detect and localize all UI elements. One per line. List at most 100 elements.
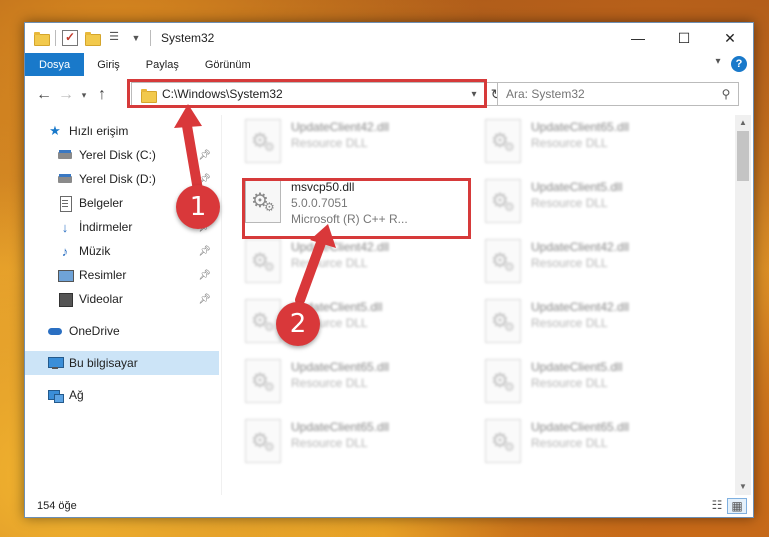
sidebar-item-pictures[interactable]: Resimler 📌︎: [25, 263, 219, 287]
star-icon: ★: [49, 123, 61, 138]
file-type: Resource DLL: [531, 136, 608, 150]
computer-icon: [47, 355, 64, 371]
address-path[interactable]: C:\Windows\System32: [162, 87, 464, 101]
minimize-button[interactable]: —: [615, 23, 661, 53]
step-badge-1: 1: [176, 185, 220, 229]
forward-arrow-icon[interactable]: →: [55, 86, 77, 104]
navigation-pane: ★ Hızlı erişim Yerel Disk (C:) 📌︎ Yerel …: [25, 115, 219, 495]
sidebar-item-this-pc[interactable]: Bu bilgisayar: [25, 351, 219, 375]
file-item[interactable]: UpdateClient65.dll Resource DLL: [241, 415, 461, 471]
sidebar-item-local-disk-c[interactable]: Yerel Disk (C:) 📌︎: [25, 143, 219, 167]
sidebar-item-quick-access[interactable]: ★ Hızlı erişim: [25, 119, 219, 143]
network-icon: [47, 387, 64, 403]
folder-icon: [33, 30, 50, 46]
sidebar-item-label: Videolar: [79, 292, 123, 306]
sidebar-item-music[interactable]: ♪ Müzik 📌︎: [25, 239, 219, 263]
file-item[interactable]: UpdateClient65.dll Resource DLL: [481, 415, 701, 471]
scroll-thumb[interactable]: [737, 131, 749, 181]
dll-file-icon: [485, 179, 521, 223]
file-type: Resource DLL: [291, 376, 368, 390]
sidebar-item-label: Yerel Disk (C:): [79, 148, 156, 162]
maximize-button[interactable]: ☐: [661, 23, 707, 53]
file-type: Resource DLL: [531, 316, 608, 330]
sidebar-item-network[interactable]: Ağ: [25, 383, 219, 407]
pin-icon[interactable]: 📌︎: [198, 294, 211, 305]
help-icon[interactable]: ?: [731, 56, 747, 72]
vertical-scrollbar[interactable]: ▲ ▼: [735, 115, 751, 495]
navigation-bar: ← → ▾ ↑ C:\Windows\System32 ▾ ↻ ⚲: [25, 79, 753, 110]
quick-access-toolbar: ☰ ▼ System32: [25, 23, 214, 53]
search-box[interactable]: ⚲: [497, 82, 739, 106]
sidebar-item-videos[interactable]: Videolar 📌︎: [25, 287, 219, 311]
details-view-icon[interactable]: ☷: [707, 498, 727, 514]
view-toggle: ☷ ▦: [707, 498, 747, 514]
ribbon-tabs: Dosya Giriş Paylaş Görünüm ▾ ?: [25, 53, 753, 76]
scroll-up-icon[interactable]: ▲: [735, 115, 751, 131]
dll-file-icon: [245, 119, 281, 163]
tiles-view-icon[interactable]: ▦: [727, 498, 747, 514]
window-title: System32: [161, 31, 215, 45]
step-badge-2: 2: [276, 302, 320, 346]
chevron-down-icon[interactable]: ▼: [128, 30, 144, 46]
pane-divider[interactable]: [221, 115, 222, 495]
drive-icon: [57, 147, 73, 163]
search-icon[interactable]: ⚲: [714, 87, 738, 101]
documents-icon: [57, 195, 73, 212]
dll-file-icon: [485, 239, 521, 283]
up-arrow-icon[interactable]: ↑: [91, 86, 113, 104]
tab-home[interactable]: Giriş: [84, 53, 133, 76]
file-name: UpdateClient42.dll: [531, 300, 630, 314]
file-item[interactable]: UpdateClient42.dll Resource DLL: [481, 235, 701, 291]
music-icon: ♪: [61, 243, 69, 259]
drive-icon: [57, 171, 73, 187]
back-arrow-icon[interactable]: ←: [33, 86, 55, 104]
chevron-down-icon[interactable]: ▾: [464, 89, 484, 100]
file-item[interactable]: UpdateClient42.dll Resource DLL: [481, 295, 701, 351]
file-item[interactable]: UpdateClient42.dll Resource DLL: [241, 115, 461, 171]
file-name: UpdateClient5.dll: [531, 360, 623, 374]
file-type: Resource DLL: [531, 256, 608, 270]
properties-icon[interactable]: [62, 30, 78, 46]
dll-file-icon: [245, 179, 281, 223]
dll-file-icon: [245, 419, 281, 463]
scroll-down-icon[interactable]: ▼: [735, 479, 751, 495]
file-item[interactable]: UpdateClient65.dll Resource DLL: [481, 115, 701, 171]
sidebar-item-label: Bu bilgisayar: [69, 356, 138, 370]
pin-icon[interactable]: 📌︎: [198, 246, 211, 257]
pin-icon[interactable]: 📌︎: [198, 270, 211, 281]
file-description: Microsoft (R) C++ R...: [291, 212, 408, 226]
file-item[interactable]: UpdateClient5.dllResource DLL: [481, 175, 701, 231]
sidebar-item-label: Belgeler: [79, 196, 124, 210]
ribbon-right-controls: ▾ ?: [709, 56, 747, 72]
sidebar-item-label: Müzik: [79, 244, 111, 258]
tab-view[interactable]: Görünüm: [192, 53, 264, 76]
sidebar-item-onedrive[interactable]: OneDrive: [25, 319, 219, 343]
file-item[interactable]: UpdateClient5.dllResource DLL: [481, 355, 701, 411]
new-folder-icon[interactable]: [84, 30, 101, 46]
download-icon: ↓: [61, 219, 69, 235]
cloud-icon: [47, 323, 63, 339]
file-item[interactable]: UpdateClient65.dll Resource DLL: [241, 355, 461, 411]
close-button[interactable]: ✕: [707, 23, 753, 53]
sidebar-item-label: OneDrive: [69, 324, 120, 338]
videos-icon: [57, 291, 73, 307]
file-name: msvcp50.dll: [291, 180, 355, 194]
pin-icon[interactable]: 📌︎: [198, 174, 211, 185]
recent-locations-icon[interactable]: ▾: [77, 90, 91, 101]
pin-icon[interactable]: 📌︎: [198, 150, 211, 161]
address-bar[interactable]: C:\Windows\System32 ▾ ↻: [131, 82, 509, 106]
dll-file-icon: [245, 359, 281, 403]
expand-ribbon-icon[interactable]: ▾: [709, 56, 727, 72]
folder-icon: [140, 87, 157, 103]
customize-toolbar-icon[interactable]: ☰: [106, 30, 122, 46]
sidebar-item-label: Hızlı erişim: [69, 124, 129, 138]
search-input[interactable]: [498, 87, 714, 101]
tab-share[interactable]: Paylaş: [133, 53, 192, 76]
file-item-selected[interactable]: msvcp50.dll 5.0.0.7051 Microsoft (R) C++ R…: [241, 175, 461, 231]
tab-file[interactable]: Dosya: [25, 53, 85, 76]
file-name: UpdateClient65.dll: [291, 360, 390, 374]
toolbar-divider: [150, 30, 151, 46]
file-item[interactable]: UpdateClient42.dll Resource DLL: [241, 235, 461, 291]
file-item[interactable]: UpdateClient5.dllResource DLL: [241, 295, 461, 351]
file-name: UpdateClient65.dll: [531, 420, 630, 434]
